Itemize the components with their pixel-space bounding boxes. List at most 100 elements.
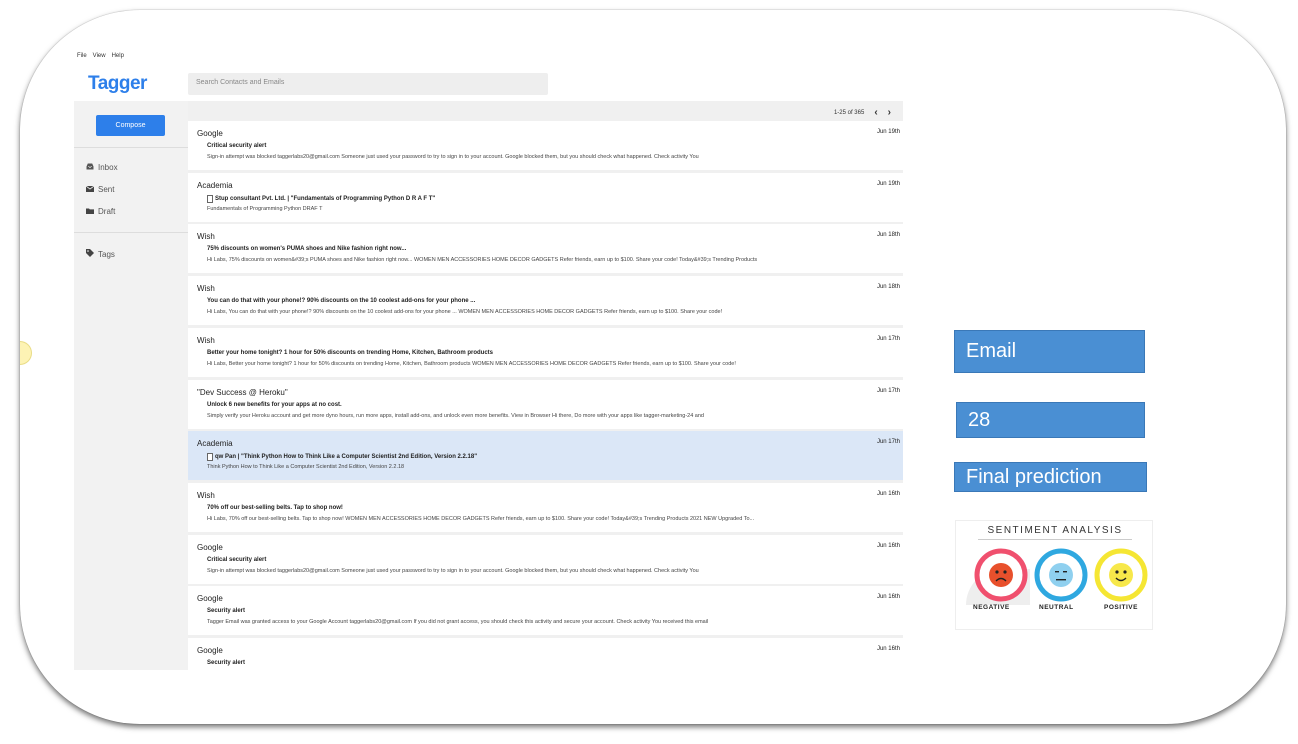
- inbox-icon: [86, 163, 94, 172]
- email-row[interactable]: Wish Jun 18th You can do that with your ph…: [188, 276, 903, 326]
- email-snippet: Fundamentals of Programming Python DRAF …: [207, 205, 323, 212]
- email-subject-text: Better your home tonight? 1 hour for 50%…: [207, 349, 494, 356]
- email-row[interactable]: "Dev Success @ Heroku" Jun 17th Unlock 6 n…: [188, 379, 903, 429]
- email-snippet: Hi Labs, You can do that with your phone…: [207, 309, 723, 316]
- email-row[interactable]: Wish Jun 16th 70% off our best-selling bel…: [188, 482, 903, 532]
- email-subject: Stup consultant Pvt. Ltd. | "Fundamental…: [207, 194, 436, 203]
- sidebar-item-inbox[interactable]: Inbox: [86, 163, 118, 172]
- email-sender: Wish: [197, 335, 215, 345]
- sidebar-divider: [74, 232, 188, 233]
- email-sender: Wish: [197, 490, 215, 500]
- email-row[interactable]: Google Jun 16th Critical security alert Sig…: [188, 534, 903, 584]
- email-sender: Academia: [197, 439, 233, 449]
- document-icon: [207, 194, 213, 203]
- email-date: Jun 17th: [876, 387, 900, 394]
- email-subject-text: 70% off our best-selling belts. Tap to s…: [207, 504, 343, 511]
- email-subject-text: You can do that with your phone!? 90% di…: [207, 298, 476, 305]
- email-subject-text: Critical security alert: [207, 556, 267, 563]
- email-date: Jun 16th: [876, 490, 900, 497]
- email-row[interactable]: Google Jun 19th Critical security alert Sig…: [188, 121, 903, 170]
- email-subject: Security alert: [207, 660, 245, 666]
- sentiment-analysis-graphic: SENTIMENT ANALYSIS NEGATIVE NEUTRAL POSI…: [955, 520, 1153, 630]
- email-subject: qw Pan | "Think Python How to Think Like…: [207, 453, 478, 462]
- search-input[interactable]: Search Contacts and Emails: [188, 73, 548, 95]
- sidebar-divider: [74, 147, 188, 148]
- email-snippet: Sign-in attempt was blocked taggerlabs20…: [207, 154, 699, 160]
- email-date: Jun 16th: [876, 646, 900, 652]
- menu-bar: File View Help: [77, 53, 124, 59]
- email-subject-text: 75% discounts on women's PUMA shoes and …: [207, 246, 407, 253]
- email-subject-text: Unlock 6 new benefits for your apps at n…: [207, 401, 342, 408]
- menu-file[interactable]: File: [77, 53, 87, 59]
- email-row[interactable]: Wish Jun 18th 75% discounts on women's PUM…: [188, 224, 903, 274]
- app-logo: Tagger: [88, 73, 147, 94]
- document-icon: [207, 453, 213, 462]
- email-subject-text: Stup consultant Pvt. Ltd. | "Fundamental…: [215, 195, 436, 202]
- email-snippet: Hi Labs, 75% discounts on women&#39;s PU…: [207, 257, 758, 264]
- email-subject: 75% discounts on women's PUMA shoes and …: [207, 246, 406, 252]
- email-list-panel: 1-25 of 365 ‹ › Google Jun 19th Critical s…: [188, 101, 903, 670]
- folder-icon: [86, 208, 94, 216]
- email-sender: Google: [197, 129, 223, 138]
- sidebar-item-draft[interactable]: Draft: [86, 207, 115, 216]
- email-row[interactable]: Wish Jun 17th Better your home tonight? 1 …: [188, 327, 903, 377]
- email-snippet: Simply verify your Heroku account and ge…: [207, 412, 704, 419]
- negative-label: NEGATIVE: [973, 604, 1010, 611]
- email-count-box: 28: [956, 402, 1145, 438]
- email-snippet: Hi Labs, Better your home tonight? 1 hou…: [207, 360, 736, 367]
- email-date: Jun 17th: [876, 335, 900, 342]
- email-subject-text: Security alert: [207, 608, 246, 615]
- menu-view[interactable]: View: [93, 53, 106, 59]
- email-subject: Security alert: [207, 608, 245, 614]
- email-snippet: Tagger Email was granted access to your …: [207, 619, 709, 626]
- email-sender: Academia: [197, 180, 233, 190]
- next-page-icon[interactable]: ›: [888, 107, 891, 118]
- sentiment-divider: [978, 539, 1132, 540]
- compose-button[interactable]: Compose: [96, 115, 165, 136]
- email-date: Jun 18th: [876, 232, 900, 239]
- sidebar-item-tags[interactable]: Tags: [86, 249, 115, 259]
- final-prediction-box: Final prediction: [954, 462, 1147, 492]
- email-date: Jun 19th: [876, 129, 900, 135]
- email-date: Jun 18th: [876, 284, 900, 291]
- neutral-face-icon: [1034, 548, 1088, 602]
- positive-face-icon: [1094, 548, 1148, 602]
- neutral-label: NEUTRAL: [1039, 604, 1074, 611]
- email-sender: "Dev Success @ Heroku": [197, 387, 288, 397]
- email-subject: 70% off our best-selling belts. Tap to s…: [207, 505, 343, 511]
- email-subject: Better your home tonight? 1 hour for 50%…: [207, 350, 493, 356]
- email-label-box: Email: [954, 330, 1145, 373]
- email-subject: You can do that with your phone!? 90% di…: [207, 298, 475, 304]
- email-subject: Critical security alert: [207, 557, 266, 563]
- sidebar-item-label: Draft: [98, 207, 116, 216]
- email-date: Jun 16th: [876, 542, 900, 549]
- positive-label: POSITIVE: [1104, 604, 1138, 611]
- email-subject: Critical security alert: [207, 143, 266, 149]
- email-snippet: Think Python How to Think Like a Compute…: [207, 464, 405, 471]
- email-row[interactable]: Academia Jun 19th Stup consultant Pvt. Ltd…: [188, 172, 903, 222]
- email-subject: Unlock 6 new benefits for your apps at n…: [207, 402, 342, 408]
- email-sender: Google: [197, 594, 223, 604]
- email-date: Jun 19th: [876, 180, 900, 187]
- tag-icon: [86, 249, 94, 259]
- email-sender: Google: [197, 646, 223, 655]
- email-date: Jun 17th: [876, 439, 900, 446]
- email-snippet: Sign-in attempt was blocked taggerlabs20…: [207, 567, 699, 574]
- email-row[interactable]: Academia Jun 17th qw Pan | "Think Python H…: [188, 431, 903, 481]
- email-row[interactable]: Google Jun 16th Security alert Tagger Email…: [188, 586, 903, 636]
- sentiment-title: SENTIMENT ANALYSIS: [987, 525, 1123, 536]
- sidebar-item-label: Tags: [98, 249, 115, 259]
- sidebar-item-label: Inbox: [98, 163, 118, 172]
- email-subject-text: Critical security alert: [207, 143, 267, 149]
- sidebar-item-sent[interactable]: Sent: [85, 185, 114, 194]
- menu-help[interactable]: Help: [112, 53, 124, 59]
- email-sender: Google: [197, 542, 223, 552]
- negative-face-icon: [966, 548, 1030, 605]
- email-row[interactable]: Google Jun 16th Security alert: [188, 638, 903, 670]
- email-subject-text: qw Pan | "Think Python How to Think Like…: [215, 454, 478, 461]
- email-sender: Wish: [197, 232, 215, 242]
- prev-page-icon[interactable]: ‹: [874, 107, 877, 118]
- email-subject-text: Security alert: [207, 660, 246, 666]
- envelope-icon: [85, 185, 95, 194]
- email-snippet: Hi Labs, 70% off our best-selling belts.…: [207, 515, 755, 522]
